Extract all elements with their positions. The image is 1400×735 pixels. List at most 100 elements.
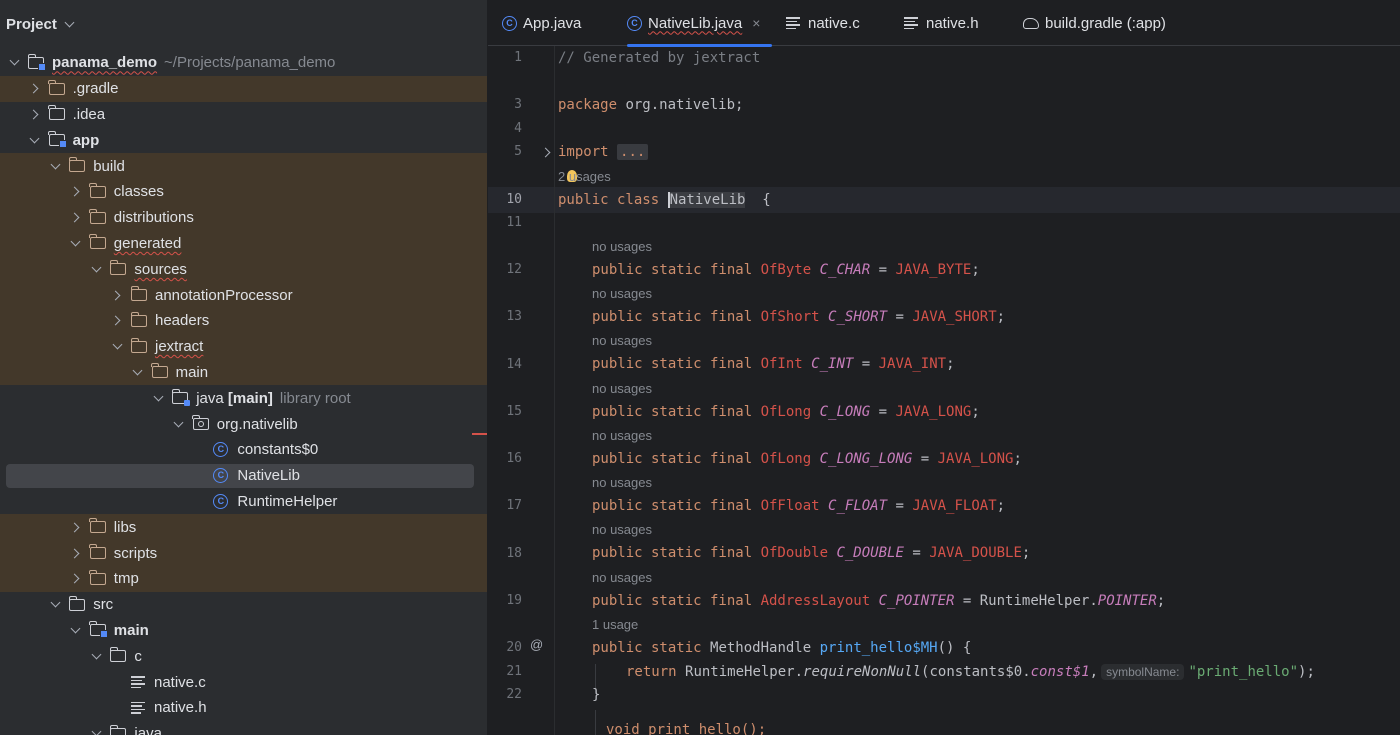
line-number[interactable]: 10 (488, 189, 522, 211)
code-line-5[interactable]: import ... (558, 141, 649, 163)
usages-hint[interactable]: no usages (592, 473, 652, 493)
chevron-right-icon[interactable] (28, 107, 42, 121)
editor-tab[interactable]: build.gradle (:app) (1023, 0, 1166, 46)
import-fold-placeholder[interactable]: ... (617, 144, 649, 160)
usages-hint[interactable]: 1 usage (592, 615, 638, 635)
usages-hint[interactable]: 2 usages (558, 167, 611, 187)
tree-item[interactable]: native.c (0, 669, 487, 695)
line-number[interactable]: 16 (488, 448, 522, 470)
project-header[interactable]: Project (0, 0, 487, 48)
line-number[interactable]: 20 (488, 637, 522, 659)
usages-hint[interactable]: no usages (592, 237, 652, 257)
chevron-down-icon[interactable] (172, 417, 186, 431)
tree-item[interactable]: headers (0, 308, 487, 334)
code-line-20[interactable]: public static MethodHandle print_hello$M… (592, 637, 971, 659)
chevron-down-icon[interactable] (89, 726, 103, 735)
line-number[interactable]: 17 (488, 495, 522, 517)
tree-item[interactable]: src (0, 592, 487, 618)
chevron-down-icon[interactable] (7, 55, 21, 70)
chevron-right-icon[interactable] (69, 520, 83, 534)
code-line-field[interactable]: public static final OfShort C_SHORT = JA… (592, 306, 1005, 328)
chevron-down-icon[interactable] (48, 597, 62, 612)
usages-hint[interactable]: no usages (592, 426, 652, 446)
tree-item[interactable]: .idea (0, 102, 487, 128)
line-number[interactable]: 14 (488, 354, 522, 376)
code-line-1[interactable]: // Generated by jextract (558, 47, 760, 69)
line-number[interactable]: 11 (488, 212, 522, 234)
chevron-down-icon[interactable] (69, 236, 83, 250)
tree-item[interactable]: distributions (0, 204, 487, 231)
tree-item[interactable]: java (0, 721, 487, 735)
close-tab-icon[interactable]: × (752, 15, 760, 31)
code-line-22[interactable]: } (592, 684, 600, 706)
tree-item[interactable]: libs (0, 514, 487, 541)
line-number[interactable]: 3 (488, 94, 522, 116)
chevron-down-icon[interactable] (64, 17, 75, 27)
code-line-field[interactable]: public static final OfFloat C_FLOAT = JA… (592, 495, 1005, 517)
tree-item[interactable]: main (0, 618, 487, 644)
tree-item[interactable]: jextract (0, 333, 487, 360)
line-number[interactable]: 21 (488, 661, 522, 683)
usages-hint[interactable]: no usages (592, 331, 652, 351)
code-line-field[interactable]: public static final OfByte C_CHAR = JAVA… (592, 259, 980, 281)
tree-item[interactable]: .gradle (0, 75, 487, 102)
chevron-down-icon[interactable] (69, 623, 83, 637)
chevron-down-icon[interactable] (131, 365, 145, 379)
tree-item[interactable]: native.h (0, 695, 487, 721)
usages-hint[interactable]: no usages (592, 520, 652, 540)
line-number[interactable]: 19 (488, 590, 522, 612)
line-number[interactable]: 18 (488, 543, 522, 565)
code-line-10[interactable]: public class NativeLib { (558, 189, 771, 211)
tree-item[interactable]: C RuntimeHelper (0, 489, 487, 515)
usages-hint[interactable]: no usages (592, 379, 652, 399)
line-number[interactable]: 15 (488, 401, 522, 423)
line-number[interactable]: 4 (488, 118, 522, 140)
code-line-19[interactable]: public static final AddressLayout C_POIN… (592, 590, 1165, 612)
editor-tab[interactable]: native.c (786, 0, 860, 46)
chevron-right-icon[interactable] (69, 211, 83, 225)
tree-item[interactable]: tmp (0, 566, 487, 592)
tree-item[interactable]: annotationProcessor (0, 282, 487, 308)
line-number[interactable]: 13 (488, 306, 522, 328)
code-line-field[interactable]: public static final OfLong C_LONG_LONG =… (592, 448, 1022, 470)
tree-item[interactable]: C NativeLib (0, 463, 487, 489)
line-number[interactable]: 12 (488, 259, 522, 281)
chevron-down-icon[interactable] (110, 339, 124, 354)
line-number[interactable]: 22 (488, 684, 522, 706)
code-line-field[interactable]: public static final OfDouble C_DOUBLE = … (592, 542, 1030, 564)
code-line-3[interactable]: package org.nativelib; (558, 94, 743, 116)
chevron-down-icon[interactable] (89, 262, 103, 276)
chevron-right-icon[interactable] (28, 82, 42, 96)
tree-item[interactable]: org.nativelib (0, 411, 487, 437)
at-gutter-icon[interactable]: @ (530, 637, 543, 652)
chevron-right-icon[interactable] (110, 288, 124, 302)
tree-item[interactable]: panama_demo ~/Projects/panama_demo (0, 50, 487, 76)
fold-expand-icon[interactable] (540, 147, 551, 158)
code-line-field[interactable]: public static final OfInt C_INT = JAVA_I… (592, 353, 955, 375)
tree-item[interactable]: generated (0, 230, 487, 257)
tree-item[interactable]: sources (0, 256, 487, 283)
editor-tab[interactable]: native.h (904, 0, 979, 46)
tree-item[interactable]: build (0, 153, 487, 179)
chevron-right-icon[interactable] (110, 314, 124, 328)
tree-item[interactable]: classes (0, 179, 487, 205)
editor-tab[interactable]: C NativeLib.java × (627, 0, 773, 47)
chevron-down-icon[interactable] (89, 649, 103, 663)
tree-item[interactable]: app (0, 127, 487, 153)
usages-hint[interactable]: no usages (592, 568, 652, 588)
chevron-down-icon[interactable] (48, 159, 62, 173)
tree-item[interactable]: scripts (0, 540, 487, 566)
code-line-partial[interactable]: void print_hello(); (606, 719, 766, 735)
code-line-field[interactable]: public static final OfLong C_LONG = JAVA… (592, 401, 980, 423)
chevron-right-icon[interactable] (69, 185, 83, 199)
tree-item[interactable]: c (0, 643, 487, 669)
chevron-down-icon[interactable] (28, 133, 42, 147)
chevron-right-icon[interactable] (69, 546, 83, 560)
tree-item[interactable]: main (0, 359, 487, 386)
code-line-21[interactable]: return RuntimeHelper.requireNonNull(cons… (626, 661, 1315, 683)
usages-hint[interactable]: no usages (592, 284, 652, 304)
chevron-down-icon[interactable] (151, 391, 165, 405)
tree-item[interactable]: java [main] library root (0, 385, 487, 411)
tree-item[interactable]: Cconstants$0 (0, 437, 487, 463)
line-number[interactable]: 5 (488, 141, 522, 163)
